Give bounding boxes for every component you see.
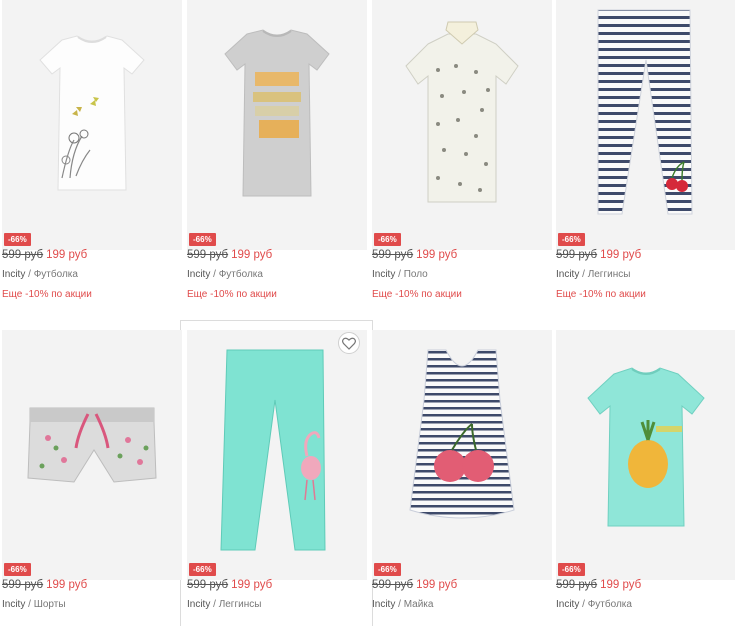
- new-price: 199 руб: [231, 579, 273, 591]
- meta-separator: /: [25, 269, 34, 280]
- new-price: 199 руб: [231, 249, 273, 261]
- product-category: Футболка: [587, 599, 632, 610]
- product-category: Футболка: [33, 269, 78, 280]
- price-row: 599 руб 199 руб: [187, 249, 272, 261]
- product-image-print-polo[interactable]: [372, 0, 552, 250]
- meta-separator: /: [395, 599, 404, 610]
- product-meta: Incity / Леггинсы: [187, 599, 261, 610]
- product-meta: Incity / Футболка: [187, 269, 263, 280]
- old-price: 599 руб: [187, 249, 229, 261]
- new-price: 199 руб: [600, 579, 642, 591]
- brand-link[interactable]: Incity: [556, 599, 579, 610]
- meta-separator: /: [579, 269, 588, 280]
- promo-text: Еще -10% по акции: [556, 289, 646, 300]
- old-price: 599 руб: [372, 249, 414, 261]
- price-row: 599 руб 199 руб: [372, 579, 457, 591]
- product-image-white-tshirt[interactable]: [2, 0, 182, 250]
- product-meta: Incity / Леггинсы: [556, 269, 630, 280]
- product-meta: Incity / Майка: [372, 599, 433, 610]
- discount-badge: -66%: [374, 233, 401, 246]
- promo-text: Еще -10% по акции: [372, 289, 462, 300]
- brand-link[interactable]: Incity: [187, 599, 210, 610]
- product-image-striped-leggings[interactable]: [556, 0, 735, 250]
- brand-link[interactable]: Incity: [2, 269, 25, 280]
- meta-separator: /: [210, 269, 219, 280]
- discount-badge: -66%: [374, 563, 401, 576]
- old-price: 599 руб: [556, 579, 598, 591]
- old-price: 599 руб: [2, 249, 44, 261]
- price-row: 599 руб 199 руб: [556, 249, 641, 261]
- new-price: 199 руб: [46, 249, 88, 261]
- old-price: 599 руб: [2, 579, 44, 591]
- meta-separator: /: [210, 599, 219, 610]
- product-meta: Incity / Шорты: [2, 599, 66, 610]
- brand-link[interactable]: Incity: [556, 269, 579, 280]
- product-meta: Incity / Футболка: [556, 599, 632, 610]
- discount-badge: -66%: [4, 233, 31, 246]
- discount-badge: -66%: [558, 233, 585, 246]
- product-image-mint-leggings[interactable]: [187, 330, 367, 580]
- product-category: Поло: [403, 269, 428, 280]
- brand-link[interactable]: Incity: [372, 269, 395, 280]
- add-to-favorites-button[interactable]: [338, 332, 360, 354]
- new-price: 199 руб: [416, 579, 458, 591]
- price-row: 599 руб 199 руб: [372, 249, 457, 261]
- meta-separator: /: [579, 599, 588, 610]
- promo-text: Еще -10% по акции: [187, 289, 277, 300]
- old-price: 599 руб: [187, 579, 229, 591]
- old-price: 599 руб: [372, 579, 414, 591]
- heart-icon: [342, 337, 356, 350]
- price-row: 599 руб 199 руб: [2, 579, 87, 591]
- product-image-striped-tank-top[interactable]: [372, 330, 552, 580]
- product-image-flamingo-shorts[interactable]: [2, 330, 182, 580]
- discount-badge: -66%: [189, 563, 216, 576]
- product-category: Шорты: [33, 599, 66, 610]
- promo-text: Еще -10% по акции: [2, 289, 92, 300]
- product-image-mint-tshirt[interactable]: [556, 330, 735, 580]
- new-price: 199 руб: [46, 579, 88, 591]
- brand-link[interactable]: Incity: [187, 269, 210, 280]
- product-meta: Incity / Поло: [372, 269, 428, 280]
- meta-separator: /: [25, 599, 34, 610]
- new-price: 199 руб: [416, 249, 458, 261]
- product-meta: Incity / Футболка: [2, 269, 78, 280]
- brand-link[interactable]: Incity: [2, 599, 25, 610]
- price-row: 599 руб 199 руб: [556, 579, 641, 591]
- product-category: Леггинсы: [587, 269, 631, 280]
- discount-badge: -66%: [189, 233, 216, 246]
- meta-separator: /: [395, 269, 404, 280]
- old-price: 599 руб: [556, 249, 598, 261]
- discount-badge: -66%: [4, 563, 31, 576]
- brand-link[interactable]: Incity: [372, 599, 395, 610]
- new-price: 199 руб: [600, 249, 642, 261]
- product-category: Леггинсы: [218, 599, 262, 610]
- product-image-grey-tshirt[interactable]: [187, 0, 367, 250]
- price-row: 599 руб 199 руб: [2, 249, 87, 261]
- product-category: Майка: [403, 599, 434, 610]
- price-row: 599 руб 199 руб: [187, 579, 272, 591]
- discount-badge: -66%: [558, 563, 585, 576]
- product-category: Футболка: [218, 269, 263, 280]
